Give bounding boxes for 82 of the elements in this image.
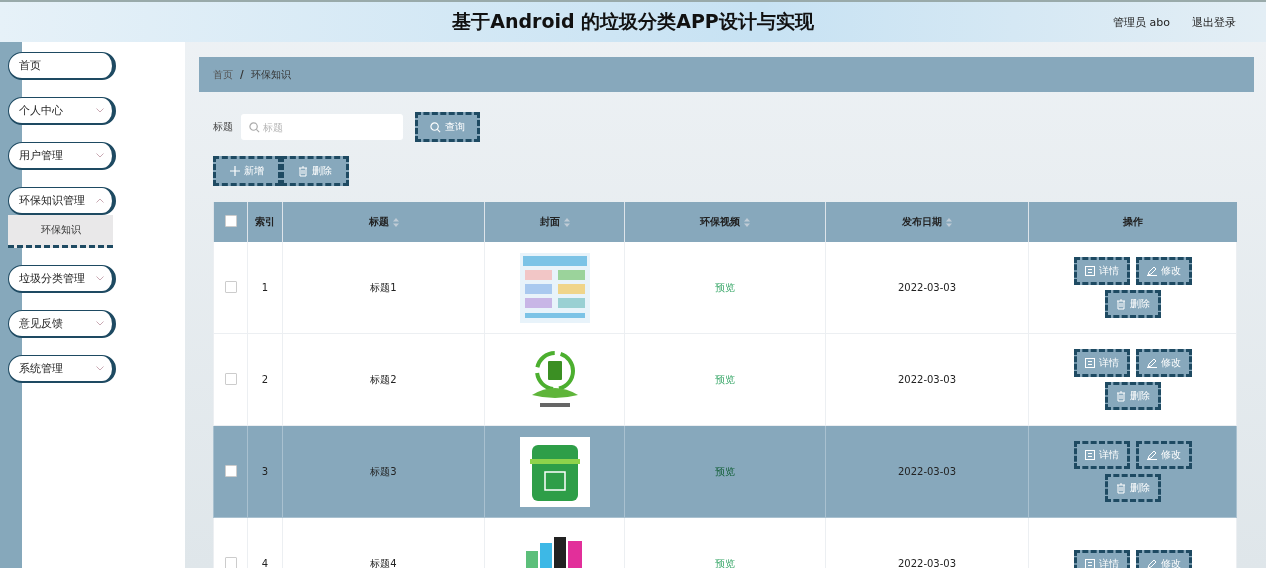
- poster-image: [519, 252, 590, 323]
- preview-link[interactable]: 预览: [715, 465, 735, 477]
- menu-item[interactable]: 个人中心: [8, 97, 116, 125]
- menu-item[interactable]: 首页: [8, 52, 116, 80]
- sort-icon: [392, 217, 399, 227]
- edit-button[interactable]: 修改: [1135, 257, 1192, 285]
- edit-button[interactable]: 修改: [1135, 441, 1192, 469]
- waste-bin-image: [519, 436, 590, 507]
- row-checkbox[interactable]: [224, 280, 237, 293]
- pencil-icon: [1146, 558, 1157, 568]
- row-index: 1: [261, 282, 269, 293]
- table-cell: 2022-03-03: [897, 558, 957, 568]
- plus-icon: [230, 166, 240, 176]
- sort-icon: [744, 217, 750, 227]
- trash-icon: [1115, 298, 1126, 310]
- submenu-item[interactable]: 环保知识: [8, 215, 113, 248]
- column-header[interactable]: 环保视频: [700, 215, 750, 229]
- details-button[interactable]: 详情: [1073, 549, 1130, 568]
- document-icon: [1084, 358, 1095, 368]
- user-name: 管理员 abo: [1113, 14, 1170, 30]
- add-button[interactable]: 新增: [213, 156, 281, 186]
- row-index: 3: [261, 466, 269, 477]
- menu-item[interactable]: 垃圾分类管理: [8, 265, 116, 293]
- delete-button[interactable]: 删除: [1104, 382, 1161, 410]
- edit-button[interactable]: 修改: [1135, 549, 1192, 568]
- column-header[interactable]: 封面: [539, 215, 570, 229]
- breadcrumb-current: 环保知识: [250, 67, 291, 82]
- table-row[interactable]: 4 标题4 预览 2022-03-03 详情 修改: [213, 517, 1237, 568]
- logout-link[interactable]: 退出登录: [1192, 14, 1236, 30]
- document-icon: [1084, 450, 1095, 460]
- table-cell: 标题1: [370, 281, 397, 293]
- breadcrumb-separator: /: [240, 69, 244, 80]
- column-header[interactable]: 标题: [368, 215, 399, 229]
- sort-icon: [563, 217, 570, 227]
- menu-item[interactable]: 用户管理: [8, 142, 116, 170]
- sort-icon: [946, 217, 952, 227]
- trash-icon: [1115, 482, 1126, 494]
- details-button[interactable]: 详情: [1073, 257, 1130, 285]
- trash-icon: [1115, 390, 1126, 402]
- table-cell: 2022-03-03: [897, 282, 957, 293]
- table-cell: 2022-03-03: [897, 374, 957, 385]
- delete-button[interactable]: 删除: [1104, 290, 1161, 318]
- pencil-icon: [1146, 450, 1157, 460]
- preview-link[interactable]: 预览: [715, 557, 735, 568]
- row-checkbox[interactable]: [224, 372, 237, 385]
- delete-button[interactable]: 删除: [1104, 474, 1161, 502]
- edit-button[interactable]: 修改: [1135, 349, 1192, 377]
- details-button[interactable]: 详情: [1073, 349, 1130, 377]
- document-icon: [1084, 558, 1095, 568]
- row-checkbox[interactable]: [224, 556, 237, 568]
- table-cell: 标题4: [370, 557, 397, 568]
- preview-link[interactable]: 预览: [715, 281, 735, 293]
- column-header: 索引: [255, 215, 275, 229]
- document-icon: [1084, 266, 1095, 276]
- search-label: 标题: [213, 120, 233, 134]
- table-cell: 2022-03-03: [897, 466, 957, 477]
- row-index: 4: [261, 558, 269, 568]
- preview-link[interactable]: 预览: [715, 373, 735, 385]
- table-row[interactable]: 1 标题1 预览 2022-03-03 详情 修改 删除: [213, 242, 1237, 334]
- search-button[interactable]: 查询: [415, 112, 480, 142]
- row-checkbox[interactable]: [224, 464, 237, 477]
- pencil-icon: [1146, 266, 1157, 276]
- column-header: 操作: [1122, 215, 1143, 229]
- row-index: 2: [261, 374, 269, 385]
- search-icon: [430, 121, 441, 133]
- table-cell: 标题3: [370, 465, 397, 477]
- search-icon: [249, 122, 260, 133]
- menu-item[interactable]: 意见反馈: [8, 310, 116, 338]
- column-header[interactable]: 发布日期: [902, 215, 952, 229]
- search-field[interactable]: 标题: [241, 114, 403, 140]
- trash-icon: [298, 165, 308, 177]
- table-row[interactable]: 2 标题2 预览 2022-03-03 详情 修改 删除: [213, 333, 1237, 426]
- table-row[interactable]: 3 标题3 预览 2022-03-03 详情 修改 删除: [213, 425, 1237, 518]
- menu-item[interactable]: 系统管理: [8, 355, 116, 383]
- details-button[interactable]: 详情: [1073, 441, 1130, 469]
- select-all-checkbox[interactable]: [224, 215, 237, 227]
- app-title: 基于Android 的垃圾分类APP设计与实现: [452, 9, 814, 34]
- table-cell: 标题2: [370, 373, 397, 385]
- menu-item[interactable]: 环保知识管理: [8, 187, 116, 215]
- pencil-icon: [1146, 358, 1157, 368]
- breadcrumb-link[interactable]: 首页: [213, 67, 233, 82]
- delete-button[interactable]: 删除: [281, 156, 349, 186]
